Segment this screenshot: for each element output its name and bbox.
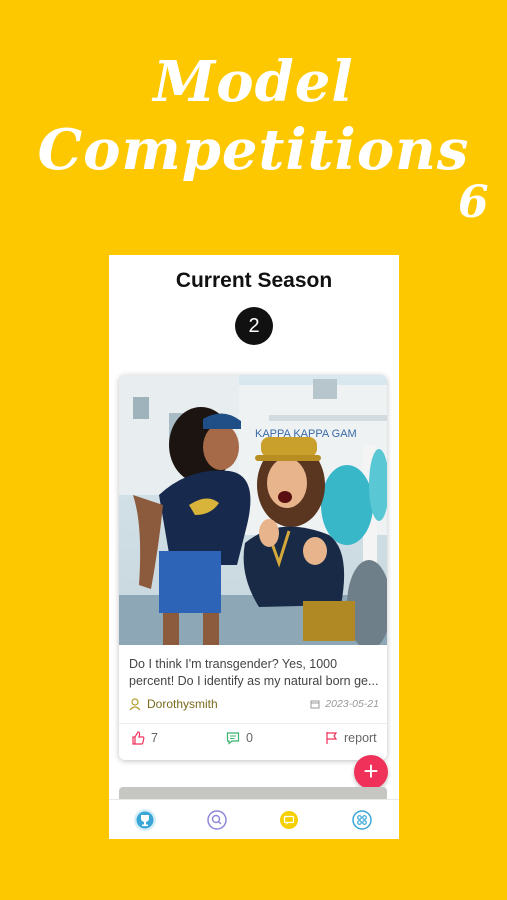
thumbs-up-icon: [132, 731, 145, 745]
like-count: 7: [151, 731, 158, 745]
post-author[interactable]: Dorothysmith: [129, 697, 218, 711]
search-icon: [207, 810, 227, 830]
next-post-card[interactable]: [119, 787, 387, 799]
comment-button[interactable]: 0: [226, 731, 253, 745]
add-post-button[interactable]: +: [354, 755, 388, 789]
post-date-text: 2023-05-21: [325, 698, 379, 710]
edge-glyph: 6: [458, 177, 489, 228]
card-divider: [119, 723, 387, 724]
hero-title-line1: Model: [153, 49, 354, 115]
phone-screen: Current Season 2 KAPPA KAPPA GAM Do I th…: [109, 255, 399, 839]
report-label: report: [344, 731, 377, 745]
nav-chat[interactable]: [277, 808, 301, 832]
trophy-icon: [134, 809, 156, 831]
nav-home[interactable]: [133, 808, 157, 832]
apps-icon: [352, 810, 372, 830]
post-meta: Dorothysmith 2023-05-21: [129, 697, 379, 715]
post-date: 2023-05-21: [310, 698, 379, 710]
user-icon: [129, 697, 141, 710]
hero-title: Model Competitions: [0, 48, 507, 184]
flag-icon: [326, 732, 338, 744]
season-number-badge: 2: [235, 307, 273, 345]
like-button[interactable]: 7: [131, 731, 158, 745]
post-card[interactable]: KAPPA KAPPA GAM Do I think I'm transgend…: [119, 375, 387, 760]
comment-count: 0: [246, 731, 253, 745]
nav-apps[interactable]: [350, 808, 374, 832]
report-button[interactable]: report: [325, 731, 377, 745]
comment-icon: [226, 732, 240, 745]
post-actions: 7 0 report: [119, 731, 387, 751]
page-title: Current Season: [175, 269, 333, 292]
nav-search[interactable]: [205, 808, 229, 832]
post-photo[interactable]: KAPPA KAPPA GAM: [119, 375, 387, 645]
bottom-nav: [109, 799, 399, 839]
calendar-icon: [310, 700, 320, 709]
hero-title-line2: Competitions: [37, 117, 470, 183]
post-text[interactable]: Do I think I'm transgender? Yes, 1000 pe…: [129, 656, 379, 690]
post-author-name: Dorothysmith: [147, 697, 218, 711]
chat-icon: [280, 811, 298, 829]
